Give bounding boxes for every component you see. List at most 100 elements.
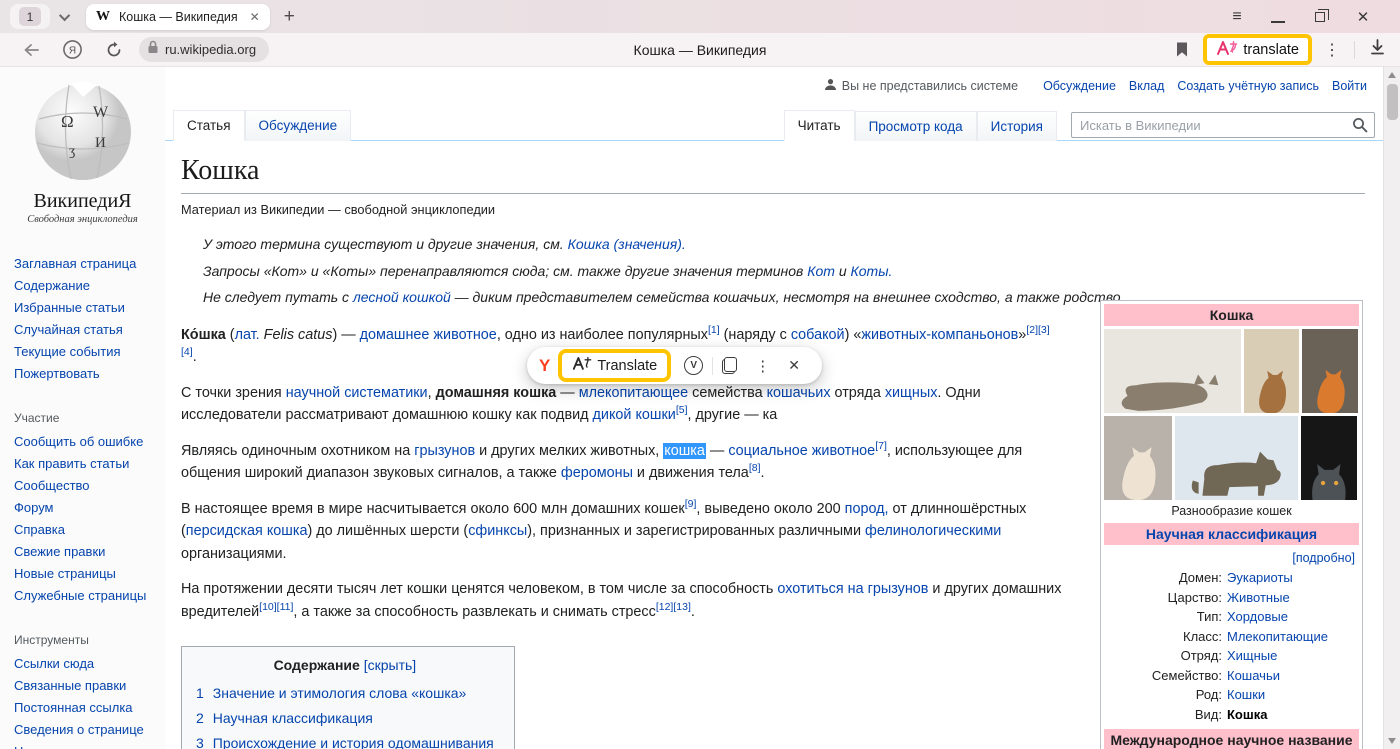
- personal-link[interactable]: Обсуждение: [1043, 79, 1116, 93]
- sidebar-link[interactable]: Цитировать страницу: [14, 743, 154, 749]
- taxonomy-value[interactable]: Млекопитающие: [1227, 627, 1328, 647]
- sidebar-link[interactable]: Текущие события: [14, 343, 154, 361]
- article-link[interactable]: кошачьих: [767, 385, 831, 401]
- wikipedia-logo[interactable]: Ω W И ʒ ВикипедиЯ Свободная энциклопедия: [23, 79, 143, 225]
- personal-link[interactable]: Войти: [1332, 79, 1367, 93]
- search-input[interactable]: [1071, 112, 1375, 138]
- tab-view-source[interactable]: Просмотр кода: [855, 111, 977, 141]
- article-link[interactable]: феромоны: [561, 465, 633, 481]
- sidebar-link[interactable]: Случайная статья: [14, 321, 154, 339]
- article-link[interactable]: пород,: [845, 501, 889, 517]
- article-link[interactable]: грызунов: [414, 443, 475, 459]
- restore-button[interactable]: [1300, 9, 1342, 25]
- close-window-button[interactable]: ✕: [1342, 8, 1384, 26]
- article-link[interactable]: социальное животное: [728, 443, 875, 459]
- article-link[interactable]: фелинологическими: [865, 523, 1001, 539]
- article-link[interactable]: лесной кошкой: [353, 289, 451, 305]
- download-icon[interactable]: [1369, 38, 1386, 61]
- classification-header[interactable]: Научная классификация: [1104, 523, 1359, 545]
- personal-link[interactable]: Создать учётную запись: [1177, 79, 1319, 93]
- reference-marker[interactable]: [9]: [685, 498, 697, 510]
- new-tab-button[interactable]: +: [284, 7, 295, 26]
- article-link[interactable]: персидская кошка: [186, 523, 308, 539]
- article-link[interactable]: сфинксы: [468, 523, 527, 539]
- sidebar-link[interactable]: Новые страницы: [14, 565, 154, 583]
- reference-marker[interactable]: [5]: [676, 404, 688, 416]
- scroll-up-arrow[interactable]: [1388, 72, 1396, 78]
- toc-item[interactable]: 2Научная классификация: [196, 706, 494, 731]
- article-link[interactable]: научной систематики: [286, 385, 428, 401]
- detail-link[interactable]: [подробно]: [1292, 551, 1355, 565]
- taxonomy-value[interactable]: Хищные: [1227, 646, 1277, 666]
- article-link[interactable]: охотиться на грызунов: [777, 581, 928, 597]
- reference-marker[interactable]: [7]: [875, 440, 887, 452]
- sidebar-link[interactable]: Свежие правки: [14, 543, 154, 561]
- page-scrollbar[interactable]: [1383, 67, 1400, 749]
- sidebar-link[interactable]: Избранные статьи: [14, 299, 154, 317]
- yandex-search-icon[interactable]: Y: [539, 356, 550, 376]
- taxonomy-value[interactable]: Хордовые: [1227, 607, 1288, 627]
- selected-text[interactable]: кошка: [663, 443, 706, 459]
- article-link[interactable]: домашнее животное: [360, 327, 497, 343]
- article-link[interactable]: дикой кошки: [593, 407, 676, 423]
- sidebar-link[interactable]: Форум: [14, 499, 154, 517]
- reference-marker[interactable]: [12][13]: [656, 601, 691, 613]
- scrollbar-thumb[interactable]: [1387, 84, 1398, 120]
- article-link[interactable]: Кошка (значения).: [568, 236, 686, 252]
- sidebar-link[interactable]: Как править статьи: [14, 455, 154, 473]
- back-icon[interactable]: [22, 42, 40, 58]
- minimize-button[interactable]: [1258, 9, 1300, 25]
- menu-icon[interactable]: ≡: [1216, 8, 1258, 26]
- toc-hide-link[interactable]: [скрыть]: [364, 657, 416, 673]
- tab-history[interactable]: История: [977, 111, 1057, 141]
- copy-icon[interactable]: [722, 357, 737, 374]
- article-link[interactable]: животных-компаньонов: [861, 327, 1018, 343]
- taxonomy-value[interactable]: Кошки: [1227, 685, 1265, 705]
- article-link[interactable]: Коты.: [851, 263, 893, 279]
- sidebar-link[interactable]: Сообщить об ошибке: [14, 433, 154, 451]
- tab-talk[interactable]: Обсуждение: [245, 110, 352, 141]
- reference-marker[interactable]: [1]: [708, 324, 720, 336]
- scroll-down-arrow[interactable]: [1388, 738, 1396, 744]
- kebab-menu-icon[interactable]: ⋮: [1324, 40, 1340, 60]
- translate-popup-button[interactable]: Translate: [558, 349, 671, 382]
- address-bar[interactable]: ru.wikipedia.org: [139, 37, 269, 62]
- toc-item[interactable]: 1Значение и этимология слова «кошка»: [196, 681, 494, 706]
- tab-counter[interactable]: 1: [10, 4, 50, 29]
- tab-read[interactable]: Читать: [784, 110, 855, 141]
- browser-tab[interactable]: W Кошка — Википедия ✕: [86, 4, 270, 30]
- reload-icon[interactable]: [105, 41, 123, 59]
- taxonomy-value[interactable]: Животные: [1227, 588, 1290, 608]
- tab-article[interactable]: Статья: [173, 110, 245, 141]
- popup-more-icon[interactable]: ⋮: [755, 357, 770, 375]
- sidebar-link[interactable]: Заглавная страница: [14, 255, 154, 273]
- personal-link[interactable]: Вклад: [1129, 79, 1165, 93]
- sidebar-link[interactable]: Справка: [14, 521, 154, 539]
- article-link[interactable]: собакой: [791, 327, 845, 343]
- article-link[interactable]: млекопитающее: [579, 385, 689, 401]
- sidebar-link[interactable]: Связанные правки: [14, 677, 154, 695]
- sidebar-link[interactable]: Служебные страницы: [14, 587, 154, 605]
- yandex-button-icon[interactable]: Я: [62, 39, 83, 60]
- reference-marker[interactable]: [8]: [749, 462, 761, 474]
- sidebar-link[interactable]: Ссылки сюда: [14, 655, 154, 673]
- article-link[interactable]: лат.: [235, 327, 260, 343]
- reference-marker[interactable]: [10][11]: [259, 601, 293, 613]
- tab-close-icon[interactable]: ✕: [250, 10, 260, 24]
- chevron-down-icon[interactable]: [59, 9, 70, 20]
- taxonomy-value[interactable]: Кошачьи: [1227, 666, 1280, 686]
- bookmark-icon[interactable]: [1175, 41, 1189, 58]
- taxonomy-value[interactable]: Эукариоты: [1227, 568, 1293, 588]
- assistant-icon[interactable]: V: [684, 356, 703, 375]
- toc-item[interactable]: 3Происхождение и история одомашнивания: [196, 731, 494, 749]
- sidebar-link[interactable]: Постоянная ссылка: [14, 699, 154, 717]
- sidebar-link[interactable]: Содержание: [14, 277, 154, 295]
- sidebar-link[interactable]: Сведения о странице: [14, 721, 154, 739]
- translate-toolbar-button[interactable]: translate: [1203, 34, 1312, 65]
- popup-close-icon[interactable]: ✕: [788, 357, 800, 374]
- search-icon[interactable]: [1352, 117, 1368, 138]
- article-link[interactable]: Кот: [807, 263, 835, 279]
- article-link[interactable]: хищных: [885, 385, 938, 401]
- sidebar-link[interactable]: Сообщество: [14, 477, 154, 495]
- sidebar-link[interactable]: Пожертвовать: [14, 365, 154, 383]
